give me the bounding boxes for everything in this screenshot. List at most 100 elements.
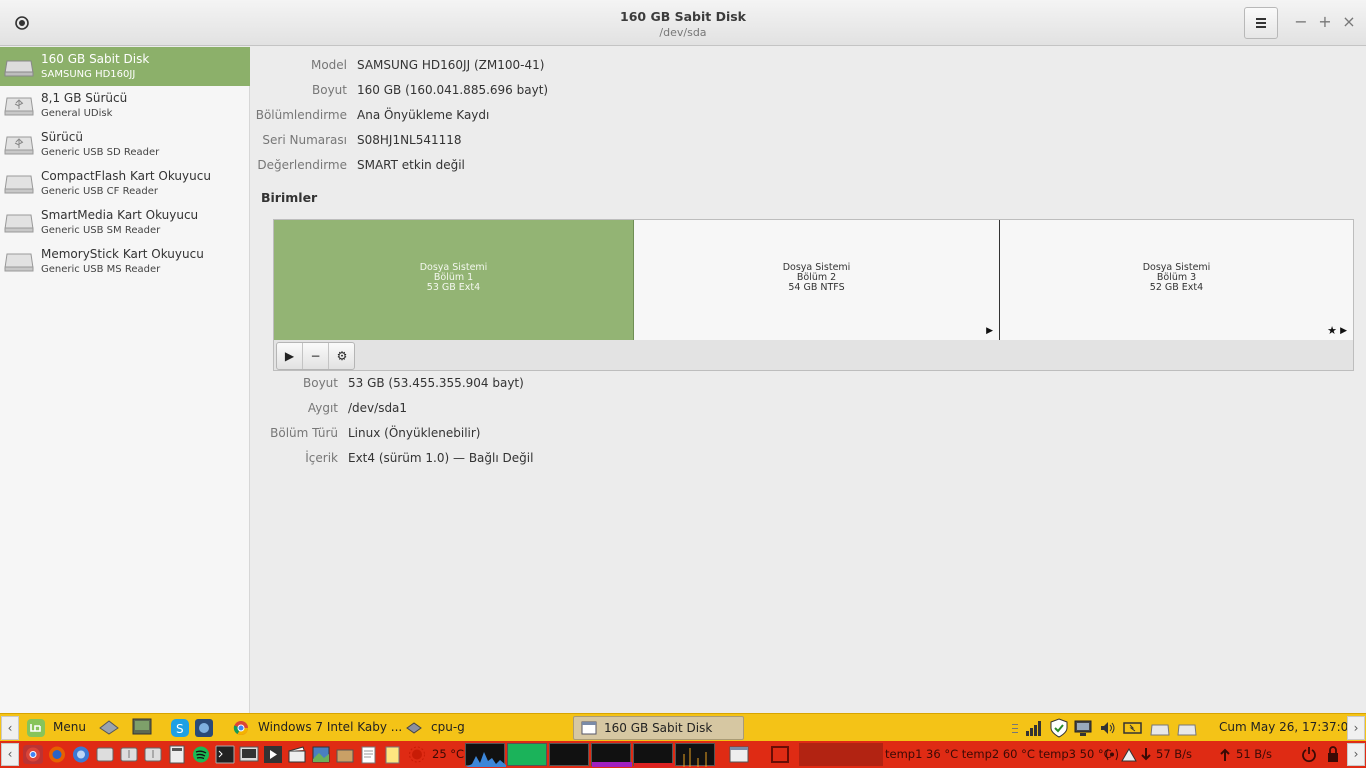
device-name: 160 GB Sabit Disk — [41, 52, 150, 66]
taskbar-item-cpu-g[interactable]: cpu-g — [431, 720, 465, 734]
cpu-graph-plot — [466, 752, 506, 767]
image-viewer-icon[interactable] — [311, 745, 331, 764]
drive-launcher-icon[interactable] — [99, 717, 119, 737]
monitor-launcher-icon[interactable] — [132, 717, 152, 737]
battery-icon[interactable] — [1123, 719, 1143, 737]
partition-device-label: Aygıt — [307, 401, 338, 415]
network-graph[interactable] — [549, 743, 589, 766]
device-item-hard-disk[interactable]: 160 GB Sabit Disk SAMSUNG HD160JJ — [0, 47, 250, 86]
partition-1[interactable]: Dosya Sistemi Bölüm 1 53 GB Ext4 — [274, 220, 634, 340]
settings-gear-button[interactable]: ⚙ — [329, 343, 355, 369]
notes-icon[interactable] — [383, 745, 403, 764]
usb-drive-icon — [4, 136, 34, 155]
disk-graph[interactable] — [675, 743, 715, 767]
removable-drive-icon[interactable] — [1177, 719, 1197, 739]
device-name: CompactFlash Kart Okuyucu — [41, 169, 211, 183]
memory-graph[interactable] — [507, 743, 547, 766]
removable-drive-icon[interactable] — [1150, 719, 1170, 739]
usb-icon[interactable] — [119, 745, 139, 764]
volumes-heading: Birimler — [261, 190, 318, 205]
taskbar-item-windows7[interactable]: Windows 7 Intel Kaby ... — [258, 720, 402, 734]
window-list-icon[interactable] — [728, 745, 750, 764]
calculator-icon[interactable] — [167, 745, 187, 764]
partition-2[interactable]: Dosya Sistemi Bölüm 2 54 GB NTFS ▶ — [634, 220, 1000, 340]
signal-icon[interactable] — [1025, 719, 1043, 737]
star-icon: ★ — [1327, 324, 1337, 337]
delete-partition-button[interactable]: − — [303, 343, 329, 369]
partition-contents-label: İçerik — [305, 451, 338, 465]
upload-rate[interactable]: 51 B/s — [1236, 747, 1272, 761]
load-graph-plot — [634, 763, 674, 767]
partition-2-size: 54 GB NTFS — [788, 282, 845, 293]
shield-icon[interactable] — [1049, 718, 1069, 738]
panel-scroll-right-button[interactable]: › — [1347, 743, 1365, 766]
system-monitor-icon[interactable] — [239, 745, 259, 764]
weather-sun-icon — [409, 746, 425, 763]
partitioning-label: Bölümlendirme — [255, 108, 347, 122]
firefox-icon[interactable] — [47, 745, 67, 764]
device-model: Generic USB MS Reader — [41, 264, 161, 275]
archive-icon[interactable] — [335, 745, 355, 764]
device-item-udisk[interactable]: 8,1 GB Sürücü General UDisk — [0, 86, 250, 125]
load-graph[interactable] — [633, 743, 674, 767]
volume-toolbar: ▶ − ⚙ — [276, 342, 355, 370]
chrome-icon — [233, 721, 248, 735]
cpu-graph[interactable] — [465, 743, 506, 767]
panel-scroll-left-button[interactable]: ‹ — [1, 716, 19, 740]
download-rate[interactable]: 57 B/s — [1156, 747, 1192, 761]
card-reader-icon — [4, 214, 34, 233]
skype-icon[interactable]: S — [170, 718, 190, 738]
chrome-icon[interactable] — [23, 745, 43, 764]
workspace-2[interactable] — [799, 743, 841, 766]
video-editor-icon[interactable] — [287, 745, 307, 764]
app-launcher-icon[interactable] — [194, 718, 214, 738]
device-name: MemoryStick Kart Okuyucu — [41, 247, 204, 261]
maximize-button[interactable]: + — [1317, 12, 1333, 32]
device-sidebar: 160 GB Sabit Disk SAMSUNG HD160JJ 8,1 GB… — [0, 47, 250, 713]
partition-device-value: /dev/sda1 — [348, 401, 408, 415]
spotify-icon[interactable] — [191, 745, 211, 764]
size-value: 160 GB (160.041.885.696 bayt) — [357, 83, 549, 97]
close-button[interactable]: × — [1341, 12, 1357, 32]
partition-size-value: 53 GB (53.455.355.904 bayt) — [348, 376, 524, 390]
usb-icon[interactable] — [95, 745, 115, 764]
panel-scroll-right-button[interactable]: › — [1347, 716, 1365, 740]
partition-3[interactable]: Dosya Sistemi Bölüm 3 52 GB Ext4 ★ ▶ — [1000, 220, 1353, 340]
mount-button[interactable]: ▶ — [277, 343, 303, 369]
volume-map: Dosya Sistemi Bölüm 1 53 GB Ext4 Dosya S… — [273, 219, 1354, 371]
lock-icon[interactable] — [1325, 745, 1341, 764]
partition-size-label: Boyut — [303, 376, 338, 390]
minimize-button[interactable]: − — [1293, 12, 1309, 32]
text-editor-icon[interactable] — [359, 745, 379, 764]
network-icon[interactable] — [1073, 718, 1093, 738]
disk-graph-plot — [683, 748, 707, 767]
usb-icon[interactable] — [143, 745, 163, 764]
taskbar-item-disks-active[interactable]: 160 GB Sabit Disk — [573, 716, 744, 740]
hamburger-menu-button[interactable] — [1244, 7, 1278, 39]
clock[interactable]: Cum May 26, 17:37:06 — [1219, 720, 1356, 734]
mountain-icon[interactable] — [1121, 745, 1137, 764]
media-player-icon[interactable] — [263, 745, 283, 764]
size-label: Boyut — [312, 83, 347, 97]
volume-icon[interactable] — [1099, 719, 1117, 737]
swap-graph[interactable] — [591, 743, 632, 767]
temperature-sensors[interactable]: temp1 36 °C temp2 60 °C temp3 50 °C — [885, 747, 1112, 761]
device-item-cf-reader[interactable]: CompactFlash Kart Okuyucu Generic USB CF… — [0, 164, 250, 203]
wireless-icon[interactable] — [1104, 745, 1120, 764]
device-item-sm-reader[interactable]: SmartMedia Kart Okuyucu Generic USB SM R… — [0, 203, 250, 242]
workspace-switcher-active[interactable] — [771, 746, 789, 763]
serial-value: S08HJ1NL541118 — [357, 133, 462, 147]
play-icon: ▶ — [986, 326, 993, 336]
device-item-sd-reader[interactable]: Sürücü Generic USB SD Reader — [0, 125, 250, 164]
mint-logo-icon[interactable] — [26, 718, 46, 738]
workspace-3[interactable] — [841, 743, 883, 766]
disk-details: Model SAMSUNG HD160JJ (ZM100-41) Boyut 1… — [251, 47, 1366, 713]
device-name: 8,1 GB Sürücü — [41, 91, 128, 105]
device-item-ms-reader[interactable]: MemoryStick Kart Okuyucu Generic USB MS … — [0, 242, 250, 281]
menu-button[interactable]: Menu — [53, 720, 86, 734]
panel-scroll-left-button[interactable]: ‹ — [1, 743, 19, 766]
terminal-icon[interactable] — [215, 745, 235, 764]
weather-temperature[interactable]: 25 °C — [432, 747, 464, 761]
browser-icon[interactable] — [71, 745, 91, 764]
power-icon[interactable] — [1301, 745, 1317, 764]
